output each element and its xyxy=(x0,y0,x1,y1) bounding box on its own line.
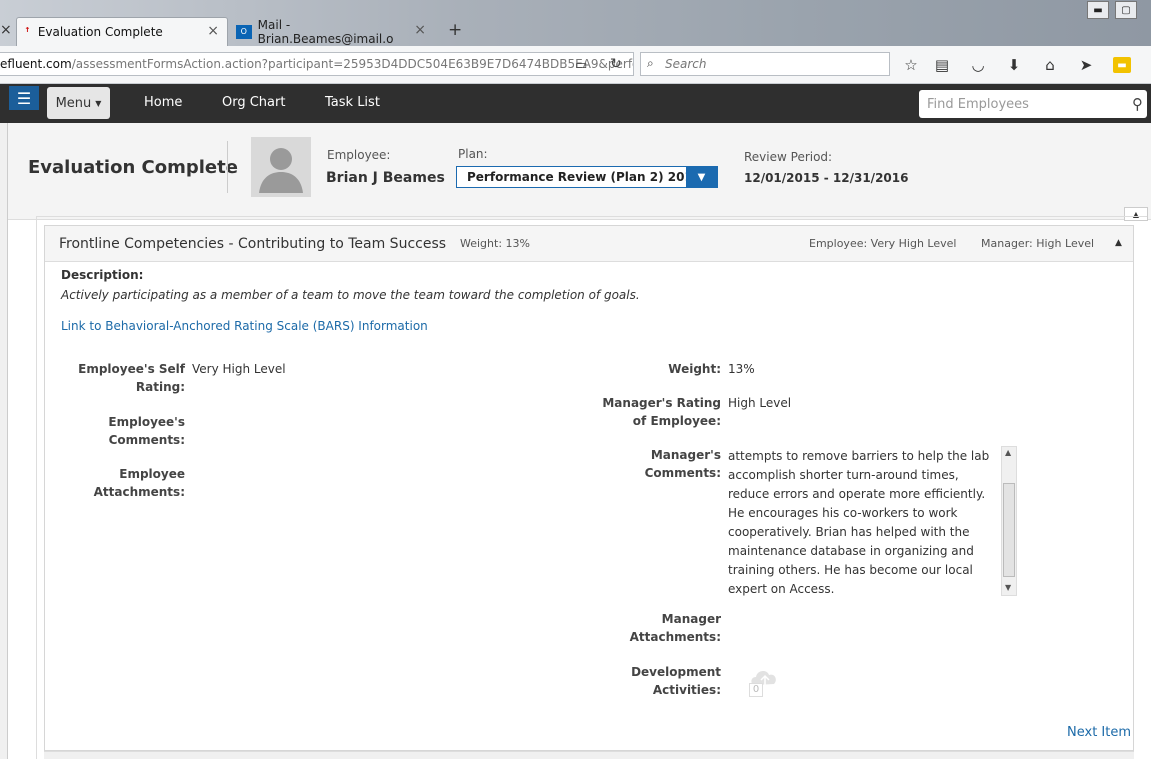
browser-search-input[interactable]: ⌕ Search xyxy=(640,52,890,76)
label-line: Manager's Rating xyxy=(602,396,721,410)
manager-rating-summary: Manager: High Level xyxy=(981,237,1095,250)
close-icon[interactable]: × xyxy=(414,22,426,38)
reload-icon[interactable]: ↻ xyxy=(610,56,622,72)
label-line: Employee xyxy=(119,467,185,481)
plan-label: Plan: xyxy=(458,147,488,161)
url-domain: efluent.com xyxy=(0,57,72,71)
tab-close-icon[interactable]: × xyxy=(0,22,12,38)
review-period-value: 12/01/2015 - 12/31/2016 xyxy=(744,171,909,185)
reader-view-icon[interactable]: ▭ xyxy=(575,58,587,73)
employee-attachments-label: Employee Attachments: xyxy=(65,465,185,501)
employee-rating-summary: Employee: Very High Level xyxy=(809,237,957,250)
manager-rating-value: High Level xyxy=(728,396,792,410)
menu-label: Menu xyxy=(55,95,92,111)
competency-title: Frontline Competencies - Contributing to… xyxy=(59,236,447,252)
chevron-down-icon[interactable]: ▼ xyxy=(686,167,717,187)
label-line: Development xyxy=(631,665,721,679)
search-icon[interactable]: ⚲ xyxy=(1132,95,1143,113)
pocket-icon[interactable]: ◡ xyxy=(969,56,987,74)
download-icon[interactable]: ⬇ xyxy=(1005,56,1023,74)
weight-summary: Weight: 13% xyxy=(460,237,530,250)
left-gutter xyxy=(0,123,8,759)
tab-mail[interactable]: O Mail - Brian.Beames@imail.o × xyxy=(228,17,434,46)
page-title: Evaluation Complete xyxy=(28,157,238,178)
nav-home[interactable]: Home xyxy=(144,95,182,110)
label-line: Employee's xyxy=(108,415,185,429)
browser-toolbar: efluent.com/assessmentFormsAction.action… xyxy=(0,46,1151,84)
manager-rating-label: Manager's Rating of Employee: xyxy=(565,394,721,430)
self-rating-label: Employee's Self Rating: xyxy=(65,360,185,396)
label-line: Rating: xyxy=(135,380,185,394)
weight-value: 13% xyxy=(728,362,755,376)
competency-panel: Frontline Competencies - Contributing to… xyxy=(44,225,1134,751)
development-activities-button[interactable]: 0 xyxy=(747,663,783,699)
manager-comments-text: attempts to remove barriers to help the … xyxy=(728,449,990,596)
minimize-button[interactable]: ▬ xyxy=(1087,1,1109,19)
review-period-label: Review Period: xyxy=(744,150,833,164)
scrollbar-thumb[interactable] xyxy=(1003,483,1015,577)
employee-comments-label: Employee's Comments: xyxy=(65,413,185,449)
menu-button[interactable]: Menu ▼ xyxy=(47,87,110,119)
manager-comments-box[interactable]: attempts to remove barriers to help the … xyxy=(728,447,1018,597)
browser-tab-bar: × ꜛ Evaluation Complete × O Mail - Brian… xyxy=(0,0,1151,46)
employee-name: Brian J Beames xyxy=(326,170,445,186)
label-line: of Employee: xyxy=(632,414,721,428)
description-text: Actively participating as a member of a … xyxy=(61,288,640,302)
comments-scrollbar[interactable]: ▲ ▼ xyxy=(1001,446,1017,596)
bookmarks-list-icon[interactable]: ▤ xyxy=(933,56,951,74)
development-count-badge: 0 xyxy=(749,683,763,697)
nav-org-chart[interactable]: Org Chart xyxy=(222,95,285,110)
search-placeholder: Search xyxy=(665,57,707,71)
next-panel-edge xyxy=(44,751,1134,759)
label-line: Employee's Self xyxy=(78,362,185,376)
avatar xyxy=(251,137,311,197)
label-line: Attachments: xyxy=(629,630,721,644)
header-divider xyxy=(227,141,228,193)
employee-label: Employee: xyxy=(327,148,391,162)
scroll-down-arrow-icon[interactable]: ▼ xyxy=(1005,583,1011,592)
weight-label: Weight: xyxy=(668,362,721,376)
evaluation-header: Evaluation Complete Employee: Brian J Be… xyxy=(8,123,1151,220)
collapse-icon[interactable]: ▲ xyxy=(1115,238,1122,248)
tab-evaluation-complete[interactable]: ꜛ Evaluation Complete × xyxy=(16,17,228,46)
app-nav-bar: ☰ Menu ▼ Home Org Chart Task List Find E… xyxy=(0,84,1151,123)
tab-label: Mail - Brian.Beames@imail.o xyxy=(257,17,394,46)
close-icon[interactable]: × xyxy=(207,23,219,39)
find-employees-input[interactable]: Find Employees ⚲ xyxy=(919,90,1147,118)
label-line: Attachments: xyxy=(93,485,185,499)
home-icon[interactable]: ⌂ xyxy=(1041,56,1059,74)
find-employees-placeholder: Find Employees xyxy=(927,96,1029,112)
label-line: Comments: xyxy=(108,433,185,447)
maximize-button[interactable]: ▢ xyxy=(1115,1,1137,19)
label-line: Comments: xyxy=(644,466,721,480)
bars-link[interactable]: Link to Behavioral-Anchored Rating Scale… xyxy=(61,319,428,333)
bookmark-star-icon[interactable]: ☆ xyxy=(902,56,920,74)
description-label: Description: xyxy=(61,268,144,282)
new-tab-button[interactable]: + xyxy=(448,20,462,40)
plan-select[interactable]: Performance Review (Plan 2) 2016 ▼ xyxy=(456,166,718,188)
label-line: Manager xyxy=(661,612,721,626)
self-rating-value: Very High Level xyxy=(192,362,286,376)
sidebar-toggle-icon[interactable]: ☰ xyxy=(9,86,39,110)
plan-value: Performance Review (Plan 2) 2016 xyxy=(467,170,702,184)
label-line: Manager's xyxy=(650,448,721,462)
next-item-link[interactable]: Next Item xyxy=(1067,725,1131,740)
competency-header[interactable]: Frontline Competencies - Contributing to… xyxy=(45,226,1133,262)
person-silhouette-icon xyxy=(259,148,303,193)
chevron-down-icon: ▼ xyxy=(95,98,102,108)
development-activities-label: Development Activities: xyxy=(565,663,721,699)
url-path: /assessmentFormsAction.action?participan… xyxy=(71,57,634,71)
address-bar[interactable]: efluent.com/assessmentFormsAction.action… xyxy=(0,52,634,76)
label-line: Activities: xyxy=(652,683,721,697)
search-icon: ⌕ xyxy=(647,56,654,70)
extension-icon[interactable]: ▬ xyxy=(1113,57,1131,73)
scroll-up-arrow-icon[interactable]: ▲ xyxy=(1005,448,1011,457)
site-favicon-icon: ꜛ xyxy=(25,25,30,39)
tab-label: Evaluation Complete xyxy=(37,25,163,39)
manager-comments-label: Manager's Comments: xyxy=(565,446,721,482)
manager-attachments-label: Manager Attachments: xyxy=(565,610,721,646)
outlook-icon: O xyxy=(236,24,252,39)
send-icon[interactable]: ➤ xyxy=(1077,56,1095,74)
nav-task-list[interactable]: Task List xyxy=(325,95,380,110)
